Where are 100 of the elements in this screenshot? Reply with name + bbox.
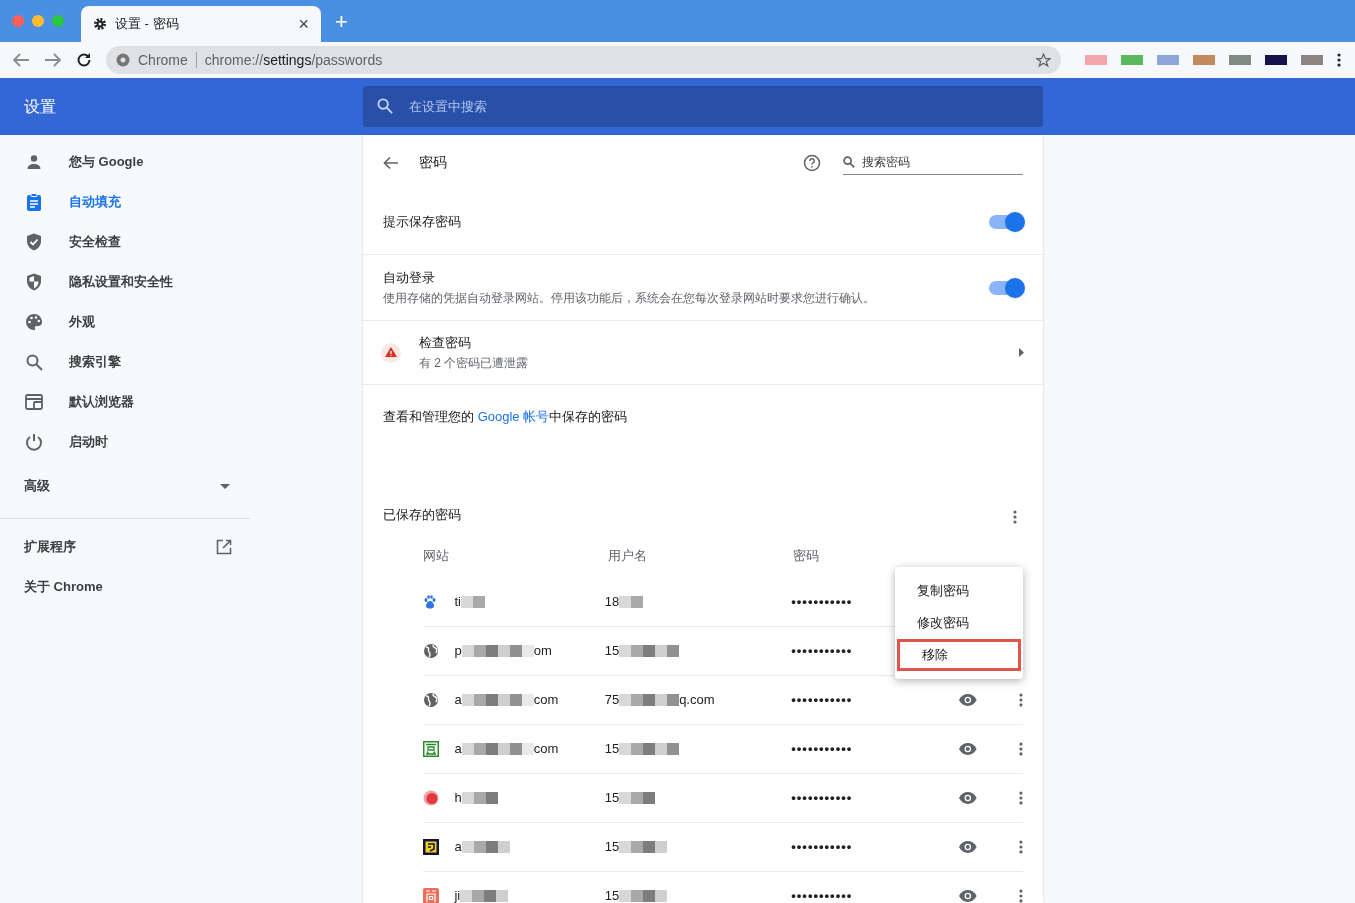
show-password-icon[interactable] xyxy=(958,693,978,707)
redacted-pixels xyxy=(460,890,509,902)
search-icon xyxy=(25,353,43,371)
more-options-icon[interactable] xyxy=(1019,742,1023,756)
external-link-icon xyxy=(216,539,232,555)
menu-item[interactable]: 修改密码 xyxy=(895,607,1023,639)
address-bar[interactable]: Chrome chrome://settings/passwords xyxy=(106,46,1061,74)
extensions-link[interactable]: 扩展程序 xyxy=(0,527,250,567)
site-name: h xyxy=(454,789,462,808)
sidebar-item[interactable]: 自动填充 xyxy=(0,182,363,222)
sidebar-item[interactable]: 隐私设置和安全性 xyxy=(0,262,363,302)
search-icon xyxy=(377,98,393,114)
site-name: p xyxy=(454,642,462,661)
site-name: a xyxy=(454,838,462,857)
globe-icon xyxy=(423,692,439,708)
redacted-pixels xyxy=(619,841,668,853)
menu-item[interactable]: 复制密码 xyxy=(895,575,1023,607)
username: 75 xyxy=(604,691,620,710)
globe-icon xyxy=(423,643,439,659)
search-icon xyxy=(843,156,855,168)
person-icon xyxy=(26,154,42,170)
more-options-icon[interactable] xyxy=(1019,693,1023,707)
more-options-icon[interactable] xyxy=(1019,791,1023,805)
redacted-pixels xyxy=(461,792,498,804)
masked-password: ••••••••••• xyxy=(791,789,854,808)
reload-icon[interactable] xyxy=(76,52,92,68)
redacted-pixels xyxy=(619,694,680,706)
star-icon[interactable] xyxy=(1036,52,1051,68)
username: 15 xyxy=(604,887,620,903)
close-tab-button[interactable]: × xyxy=(298,10,309,38)
column-header: 用户名 xyxy=(608,547,648,566)
masked-password: ••••••••••• xyxy=(791,887,854,903)
sidebar-item[interactable]: 搜索引擎 xyxy=(0,342,363,382)
show-password-icon[interactable] xyxy=(958,840,978,854)
paw-icon xyxy=(423,595,437,609)
advanced-section-toggle[interactable]: 高级 xyxy=(0,462,250,510)
check-passwords-row[interactable]: 检查密码 有 2 个密码已遭泄露 xyxy=(363,320,1043,385)
shield-check-icon xyxy=(26,233,42,251)
redacted-pixels xyxy=(619,596,644,608)
browser-tab[interactable]: 设置 - 密码 × xyxy=(81,6,321,42)
chevron-right-icon xyxy=(1019,348,1025,357)
help-icon[interactable] xyxy=(803,153,821,172)
origin-label: Chrome xyxy=(138,50,188,70)
site-name-end: com xyxy=(533,740,559,759)
setting-label: 自动登录 xyxy=(383,268,436,287)
gear-icon xyxy=(93,17,107,31)
toggle-switch[interactable] xyxy=(989,280,1023,295)
warning-icon xyxy=(381,342,401,363)
check-title: 检查密码 xyxy=(419,333,472,352)
username: 18 xyxy=(604,593,620,612)
menu-item[interactable]: 移除 xyxy=(897,639,1021,671)
sidebar-item[interactable]: 安全检查 xyxy=(0,222,363,262)
masked-password: ••••••••••• xyxy=(791,838,854,857)
masked-password: ••••••••••• xyxy=(791,691,854,710)
masked-password: ••••••••••• xyxy=(791,740,854,759)
setting-label: 提示保存密码 xyxy=(383,213,462,232)
sidebar-item[interactable]: 启动时 xyxy=(0,422,363,462)
about-chrome-link[interactable]: 关于 Chrome xyxy=(0,567,363,607)
masked-password: ••••••••••• xyxy=(791,593,854,612)
palette-icon xyxy=(25,313,43,331)
site-logo-icon xyxy=(423,741,439,757)
chrome-icon xyxy=(116,53,130,67)
site-name-end: com xyxy=(533,691,559,710)
column-header: 密码 xyxy=(793,547,820,566)
settings-search-field[interactable]: 在设置中搜索 xyxy=(363,86,1043,127)
setting-description: 使用存储的凭据自动登录网站。停用该功能后，系统会在您每次登录网站时要求您进行确认。 xyxy=(383,290,876,308)
site-logo-icon xyxy=(423,790,439,806)
redacted-pixels xyxy=(460,596,485,608)
more-options-icon[interactable] xyxy=(1013,510,1017,524)
check-subtitle: 有 2 个密码已遭泄露 xyxy=(419,355,530,373)
site-name: ji xyxy=(454,887,461,903)
username: 15 xyxy=(604,740,620,759)
shield-icon xyxy=(26,273,42,291)
back-icon[interactable] xyxy=(12,52,30,68)
site-logo-icon xyxy=(423,839,439,855)
redacted-pixels xyxy=(619,890,668,902)
dropdown-arrow-icon xyxy=(220,483,230,489)
redacted-pixels xyxy=(619,645,680,657)
site-name: a xyxy=(454,691,462,710)
show-password-icon[interactable] xyxy=(958,742,978,756)
menu-icon[interactable] xyxy=(1337,53,1341,67)
sidebar-item[interactable]: 您与 Google xyxy=(0,142,363,182)
password-search-field[interactable]: 搜索密码 xyxy=(843,150,1023,175)
more-options-icon[interactable] xyxy=(1019,889,1023,903)
username: 15 xyxy=(604,838,620,857)
show-password-icon[interactable] xyxy=(958,889,978,903)
username-end: q.com xyxy=(679,691,715,710)
sidebar-item[interactable]: 默认浏览器 xyxy=(0,382,363,422)
forward-icon[interactable] xyxy=(44,52,62,68)
column-header: 网站 xyxy=(423,547,450,566)
manage-account-text: 查看和管理您的 Google 帐号中保存的密码 xyxy=(383,408,628,427)
url-text: chrome://settings/passwords xyxy=(204,50,383,70)
show-password-icon[interactable] xyxy=(958,791,978,805)
back-arrow-icon[interactable] xyxy=(383,155,399,170)
redacted-pixels xyxy=(619,792,656,804)
tab-title: 设置 - 密码 xyxy=(115,15,180,34)
more-options-icon[interactable] xyxy=(1019,840,1023,854)
toggle-switch[interactable] xyxy=(989,215,1023,229)
google-account-link[interactable]: Google 帐号 xyxy=(477,409,550,425)
sidebar-item[interactable]: 外观 xyxy=(0,302,363,342)
